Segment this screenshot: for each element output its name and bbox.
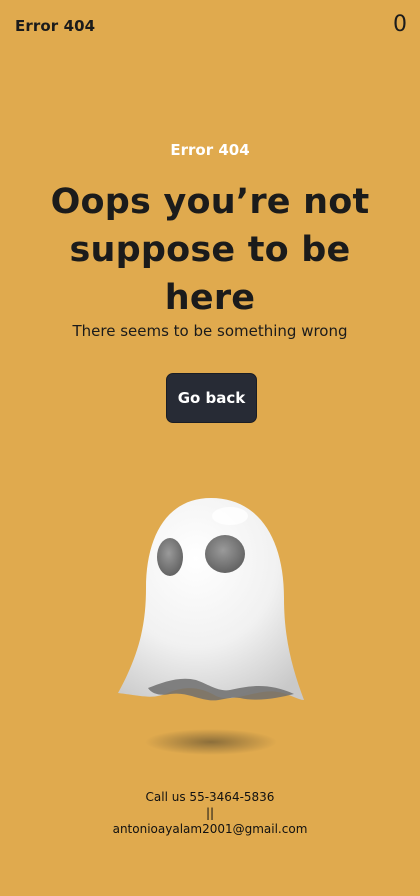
top-bar: Error 404 0 <box>0 0 420 56</box>
footer-separator: || <box>205 806 215 820</box>
ghost-icon <box>118 498 304 755</box>
ghost-highlight <box>212 507 248 525</box>
ghost-left-eye <box>157 538 183 576</box>
brand-title: Error 404 <box>15 17 96 35</box>
error-code-label: Error 404 <box>170 141 250 159</box>
email-text[interactable]: antonioayalam2001@gmail.com <box>0 821 420 837</box>
ghost-body <box>118 498 304 700</box>
cart-counter[interactable]: 0 <box>393 12 407 37</box>
go-back-button[interactable]: Go back <box>166 373 257 423</box>
ghost-shadow <box>145 729 277 755</box>
contact-footer: Call us 55-3464-5836 || antonioayalam200… <box>0 789 420 837</box>
phone-text[interactable]: Call us 55-3464-5836 <box>0 789 420 805</box>
ghost-right-eye <box>205 535 245 573</box>
page-title: Oops you’re not suppose to be here <box>50 182 370 318</box>
ghost-illustration <box>108 488 318 758</box>
error-description: There seems to be something wrong <box>72 322 348 340</box>
